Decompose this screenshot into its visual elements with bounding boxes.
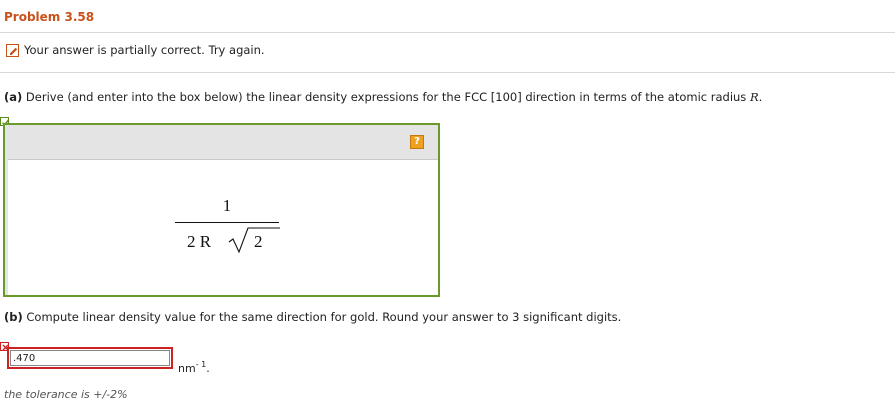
unit-end: . xyxy=(206,362,210,375)
problem-title: Problem 3.58 xyxy=(4,10,95,24)
part-a-label: (a) xyxy=(4,90,23,104)
part-b-text: Compute linear density value for the sam… xyxy=(22,310,622,324)
equation-editor[interactable]: ? 1 2 R 2 xyxy=(3,123,440,297)
fraction-numerator: 1 xyxy=(222,196,232,215)
status-message: Your answer is partially correct. Try ag… xyxy=(24,43,265,57)
tolerance-note: the tolerance is +/-2% xyxy=(4,388,128,401)
divider xyxy=(0,72,895,73)
part-b-question: (b) Compute linear density value for the… xyxy=(4,310,621,324)
part-a-question: (a) Derive (and enter into the box below… xyxy=(4,90,762,104)
editor-toolbar: ? xyxy=(5,125,438,160)
pencil-icon xyxy=(6,43,19,57)
divider xyxy=(0,32,895,33)
denominator-coefficient: 2 R xyxy=(187,232,212,251)
fraction-bar xyxy=(175,222,279,223)
part-b-label: (b) xyxy=(4,310,23,324)
help-button[interactable]: ? xyxy=(410,135,424,149)
denominator-radicand: 2 xyxy=(254,232,263,251)
part-a-end: . xyxy=(758,90,763,104)
answer-field-wrapper xyxy=(7,347,173,369)
math-expression[interactable]: 1 2 R 2 xyxy=(175,196,280,266)
linear-density-input[interactable] xyxy=(10,350,170,366)
unit-exponent: - 1 xyxy=(195,360,207,369)
unit-text: nm xyxy=(178,362,196,375)
part-a-text: Derive (and enter into the box below) th… xyxy=(22,90,750,104)
answer-unit: nm- 1. xyxy=(178,360,210,375)
editor-sidebar xyxy=(5,159,8,295)
status-row: Your answer is partially correct. Try ag… xyxy=(6,42,265,58)
part-a-variable: R xyxy=(749,90,759,104)
